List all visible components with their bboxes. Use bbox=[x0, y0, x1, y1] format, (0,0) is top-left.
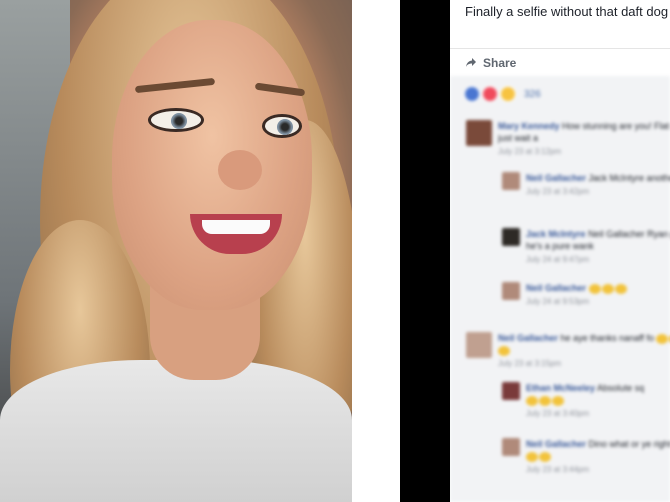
comment-reply: Jack McIntyre Neil Gallacher Ryan phone,… bbox=[502, 228, 670, 266]
comment-time[interactable]: July 23 at 3:15pm bbox=[498, 358, 670, 370]
comment-text: Dino what or ye right now bbox=[588, 439, 670, 449]
photo-eye-left bbox=[148, 108, 204, 132]
comment-item: Neil Gallacher he aye thanks nanaff fo J… bbox=[466, 332, 670, 370]
photo-margin bbox=[352, 0, 400, 502]
comment-reply: Neil Gallacher Dino what or ye right now… bbox=[502, 438, 670, 476]
wow-reaction-icon bbox=[500, 86, 516, 102]
comment-time[interactable]: July 23 at 3:44pm bbox=[526, 464, 670, 476]
comment-reply: Ethan McNeeley Absolute sq July 23 at 3:4… bbox=[502, 382, 670, 420]
share-button[interactable]: Share bbox=[465, 56, 516, 70]
action-bar-divider bbox=[450, 48, 670, 49]
reaction-count: 326 bbox=[524, 88, 541, 100]
comment-time[interactable]: July 24 at 9:47pm bbox=[526, 254, 670, 266]
comment-item: Mary Kennedy How stunning are you! Flat … bbox=[466, 120, 670, 158]
avatar[interactable] bbox=[502, 382, 520, 400]
avatar[interactable] bbox=[502, 282, 520, 300]
comment-time[interactable]: July 23 at 3:12pm bbox=[498, 146, 670, 158]
comment-reply: Neil Gallacher July 24 at 9:53pm bbox=[502, 282, 670, 308]
comment-author[interactable]: Neil Gallacher bbox=[526, 283, 586, 293]
love-reaction-icon bbox=[482, 86, 498, 102]
comment-time[interactable]: July 24 at 9:53pm bbox=[526, 296, 670, 308]
comment-text: Jack McIntyre another bbox=[588, 173, 670, 183]
comment-reply: Neil Gallacher Jack McIntyre another July… bbox=[502, 172, 670, 198]
photo-face bbox=[112, 20, 312, 310]
comment-author[interactable]: Mary Kennedy bbox=[498, 121, 560, 131]
reaction-summary[interactable]: 326 bbox=[464, 86, 541, 102]
viewer-divider bbox=[400, 0, 450, 502]
comment-author[interactable]: Neil Gallacher bbox=[498, 333, 558, 343]
share-arrow-icon bbox=[466, 58, 476, 67]
like-reaction-icon bbox=[464, 86, 480, 102]
comment-text: he aye thanks nanaff fo bbox=[560, 333, 654, 343]
comment-time[interactable]: July 23 at 3:40pm bbox=[526, 408, 670, 420]
comment-text: Absolute sq bbox=[597, 383, 645, 393]
photo-nose bbox=[218, 150, 262, 190]
comments-section: 326 Mary Kennedy How stunning are you! F… bbox=[450, 76, 670, 502]
comment-author[interactable]: Neil Gallacher bbox=[526, 439, 586, 449]
avatar[interactable] bbox=[502, 438, 520, 456]
share-label: Share bbox=[483, 56, 517, 70]
comment-author[interactable]: Ethan McNeeley bbox=[526, 383, 595, 393]
avatar[interactable] bbox=[466, 120, 492, 146]
avatar[interactable] bbox=[502, 228, 520, 246]
avatar[interactable] bbox=[466, 332, 492, 358]
post-caption: Finally a selfie without that daft dog bbox=[465, 4, 669, 19]
selfie-photo[interactable] bbox=[0, 0, 352, 502]
comment-author[interactable]: Jack McIntyre bbox=[526, 229, 586, 239]
post-side-panel: Finally a selfie without that daft dog S… bbox=[450, 0, 670, 502]
comment-author[interactable]: Neil Gallacher bbox=[526, 173, 586, 183]
photo-shirt bbox=[0, 360, 352, 502]
comment-time[interactable]: July 23 at 3:42pm bbox=[526, 186, 670, 198]
photo-eye-right bbox=[262, 114, 302, 138]
avatar[interactable] bbox=[502, 172, 520, 190]
